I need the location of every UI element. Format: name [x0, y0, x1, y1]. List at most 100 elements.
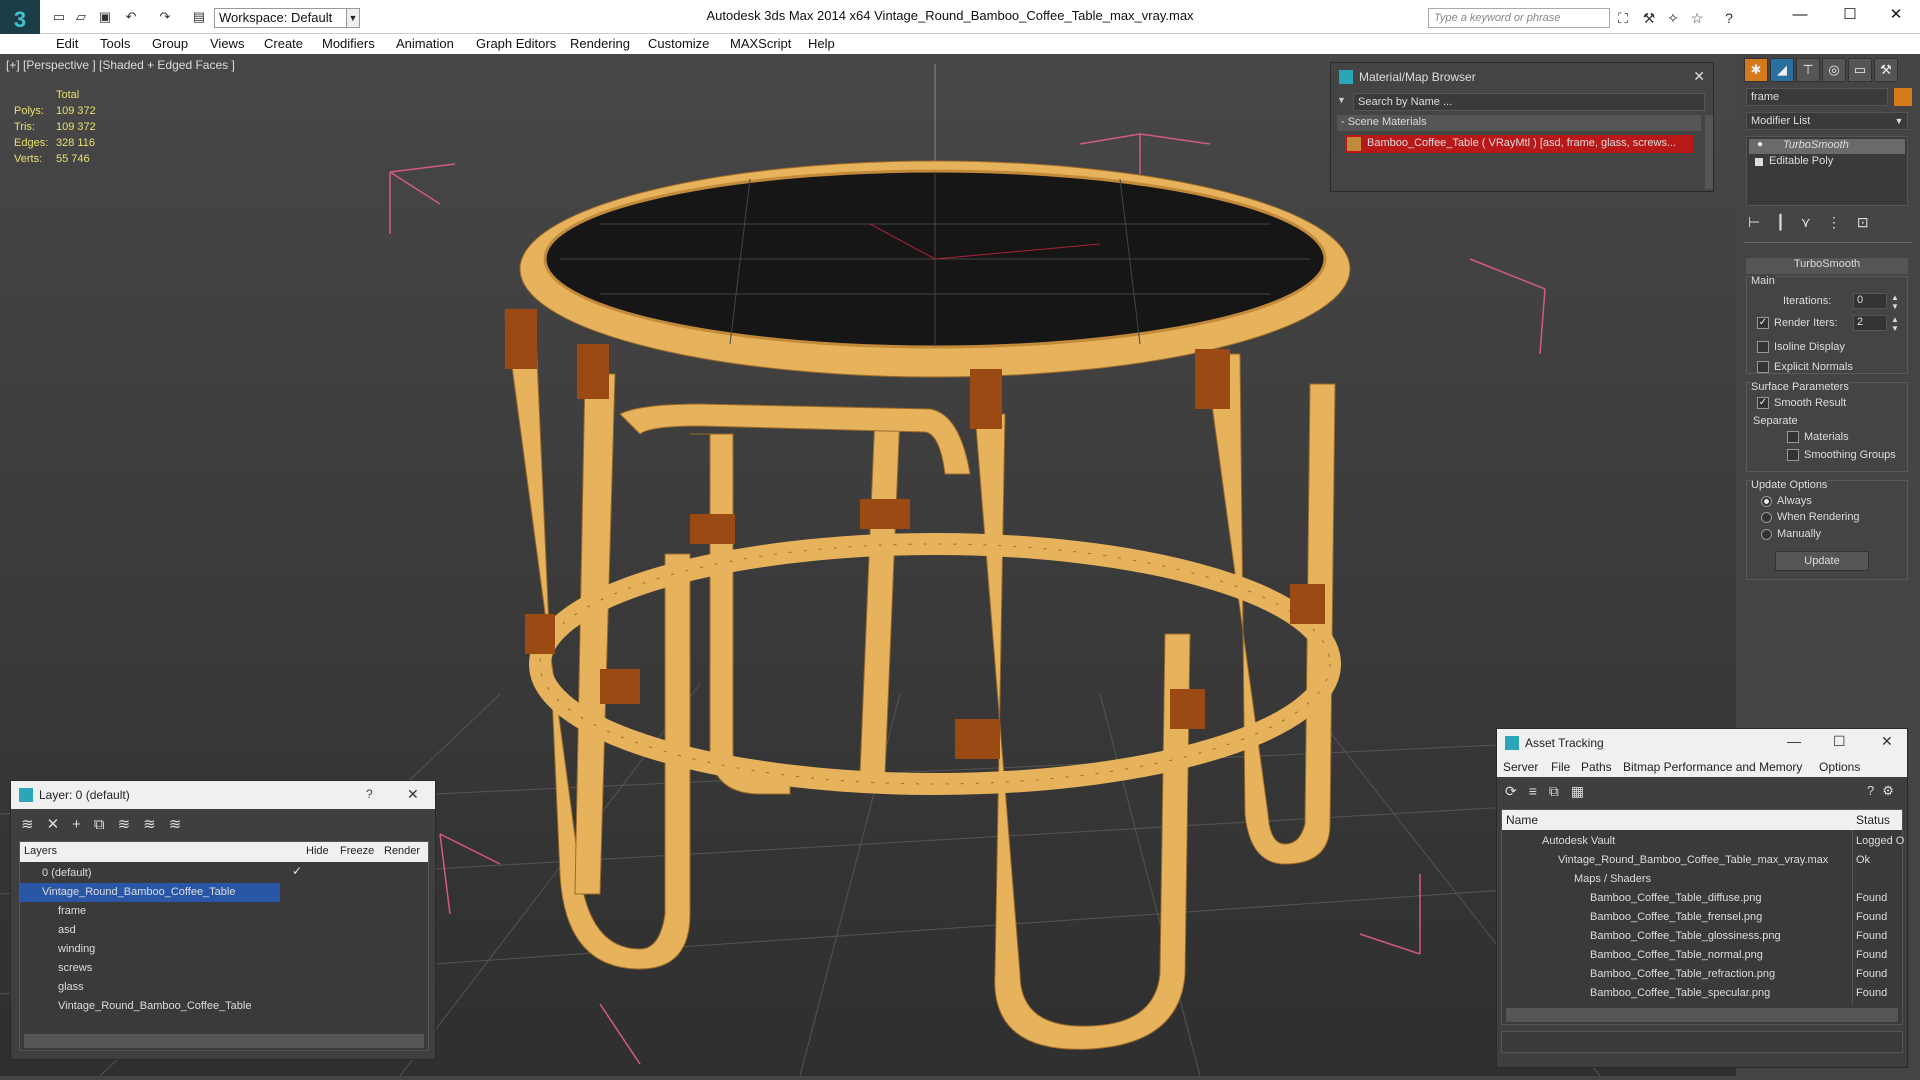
- motion-tab-icon[interactable]: ◎: [1822, 58, 1846, 82]
- menu-paths[interactable]: Paths: [1581, 760, 1612, 774]
- column-render[interactable]: Render: [384, 845, 420, 857]
- object-color-swatch[interactable]: [1894, 88, 1912, 106]
- layer-toolbar-icons[interactable]: ≋✕+⧉≋≋≋: [21, 815, 194, 833]
- subscription-icon[interactable]: ⚒: [1640, 9, 1658, 27]
- stack-tools-icon[interactable]: ⊢┃⋎⋮⊡: [1748, 214, 1908, 234]
- menu-maxscript[interactable]: MAXScript: [730, 36, 791, 51]
- menu-rendering[interactable]: Rendering: [570, 36, 630, 51]
- minimize-icon[interactable]: —: [1780, 2, 1820, 28]
- layer-object-row[interactable]: screws: [20, 959, 428, 978]
- asset-row[interactable]: Bamboo_Coffee_Table_refraction.png Found: [1502, 965, 1902, 984]
- open-file-icon[interactable]: ▱: [72, 8, 90, 26]
- column-name[interactable]: Name: [1506, 813, 1538, 827]
- active-layer-check-icon[interactable]: ✓: [292, 864, 302, 878]
- layer-row-selected[interactable]: Vintage_Round_Bamboo_Coffee_Table: [20, 883, 280, 902]
- layer-object-row[interactable]: asd: [20, 921, 428, 940]
- turbosmooth-rollout-header[interactable]: TurboSmooth: [1746, 258, 1908, 274]
- redo-icon[interactable]: ↷: [156, 8, 174, 26]
- save-icon[interactable]: ▣: [96, 8, 114, 26]
- display-tab-icon[interactable]: ▭: [1848, 58, 1872, 82]
- render-iters-spinner[interactable]: 2: [1853, 315, 1887, 331]
- project-folder-icon[interactable]: ▤: [190, 8, 208, 26]
- layer-row[interactable]: 0 (default): [20, 864, 428, 883]
- asset-horizontal-scrollbar[interactable]: [1506, 1008, 1898, 1022]
- menu-options[interactable]: Options: [1819, 760, 1860, 774]
- search-options-icon[interactable]: ▼: [1337, 95, 1349, 109]
- utilities-tab-icon[interactable]: ⚒: [1874, 58, 1898, 82]
- communication-icon[interactable]: ✧: [1664, 9, 1682, 27]
- asset-row[interactable]: Maps / Shaders: [1502, 870, 1902, 889]
- expand-icon[interactable]: [1755, 158, 1763, 166]
- modify-tab-icon[interactable]: ◢: [1770, 58, 1794, 82]
- object-name-input[interactable]: frame: [1746, 88, 1888, 106]
- table-top[interactable]: [519, 160, 1351, 378]
- render-iters-checkbox[interactable]: ✓ Render Iters:: [1757, 317, 1838, 330]
- manually-radio[interactable]: Manually: [1761, 528, 1821, 540]
- explicit-normals-checkbox[interactable]: Explicit Normals: [1757, 361, 1853, 374]
- menu-tools[interactable]: Tools: [100, 36, 130, 51]
- smooth-result-checkbox[interactable]: ✓ Smooth Result: [1757, 397, 1846, 410]
- column-hide[interactable]: Hide: [306, 845, 329, 857]
- spinner-arrows-icon[interactable]: ▲ ▼: [1891, 315, 1899, 333]
- minimize-icon[interactable]: —: [1787, 733, 1801, 749]
- update-button[interactable]: Update: [1775, 551, 1869, 571]
- menu-file[interactable]: File: [1551, 760, 1570, 774]
- asset-row[interactable]: Bamboo_Coffee_Table_frensel.png Found: [1502, 908, 1902, 927]
- lightbulb-icon[interactable]: ●: [1757, 140, 1767, 150]
- asset-path-field[interactable]: [1501, 1031, 1903, 1053]
- hierarchy-tab-icon[interactable]: ⊤: [1796, 58, 1820, 82]
- binoculars-icon[interactable]: ⛶: [1614, 9, 1632, 27]
- always-radio[interactable]: Always: [1761, 495, 1812, 507]
- material-search-input[interactable]: Search by Name ...: [1353, 93, 1705, 111]
- search-input[interactable]: Type a keyword or phrase: [1428, 8, 1610, 28]
- separate-materials-checkbox[interactable]: Materials: [1787, 431, 1849, 444]
- menu-create[interactable]: Create: [264, 36, 303, 51]
- close-icon[interactable]: ✕: [407, 786, 419, 803]
- iterations-spinner[interactable]: 0: [1853, 293, 1887, 309]
- stack-item-editable-poly[interactable]: Editable Poly: [1749, 155, 1905, 170]
- menu-group[interactable]: Group: [152, 36, 188, 51]
- workspace-dropdown[interactable]: Workspace: Default: [214, 8, 348, 28]
- layer-object-row[interactable]: glass: [20, 978, 428, 997]
- undo-icon[interactable]: ↶: [122, 8, 140, 26]
- column-layers[interactable]: Layers: [24, 845, 57, 857]
- new-file-icon[interactable]: ▭: [50, 8, 68, 26]
- column-freeze[interactable]: Freeze: [340, 845, 374, 857]
- chevron-down-icon[interactable]: ▼: [1890, 112, 1908, 130]
- asset-row[interactable]: Bamboo_Coffee_Table_specular.png Found: [1502, 984, 1902, 1003]
- scene-materials-section[interactable]: - Scene Materials: [1337, 115, 1701, 131]
- menu-customize[interactable]: Customize: [648, 36, 709, 51]
- menu-bitmap-performance[interactable]: Bitmap Performance and Memory: [1623, 760, 1802, 774]
- help-icon[interactable]: ?: [1720, 9, 1738, 27]
- menu-server[interactable]: Server: [1503, 760, 1538, 774]
- menu-views[interactable]: Views: [210, 36, 244, 51]
- separate-smoothing-groups-checkbox[interactable]: Smoothing Groups: [1787, 449, 1896, 462]
- modifier-list-dropdown[interactable]: Modifier List: [1746, 112, 1908, 130]
- material-item[interactable]: Bamboo_Coffee_Table ( VRayMtl ) [asd, fr…: [1345, 135, 1693, 153]
- close-icon[interactable]: ✕: [1876, 2, 1916, 28]
- viewport-label[interactable]: [+] [Perspective ] [Shaded + Edged Faces…: [6, 58, 235, 72]
- material-browser-scrollbar[interactable]: [1705, 115, 1713, 189]
- menu-help[interactable]: Help: [808, 36, 835, 51]
- asset-row[interactable]: Bamboo_Coffee_Table_diffuse.png Found: [1502, 889, 1902, 908]
- asset-help-icon[interactable]: ?⚙: [1867, 783, 1902, 799]
- asset-row[interactable]: Autodesk Vault Logged O: [1502, 832, 1904, 851]
- stack-item-turbosmooth[interactable]: TurboSmooth: [1749, 139, 1905, 154]
- layer-object-row[interactable]: winding: [20, 940, 428, 959]
- column-status[interactable]: Status: [1856, 813, 1890, 827]
- layer-object-row[interactable]: frame: [20, 902, 428, 921]
- maximize-icon[interactable]: ☐: [1833, 733, 1846, 750]
- menu-edit[interactable]: Edit: [56, 36, 78, 51]
- close-icon[interactable]: ✕: [1693, 68, 1705, 85]
- create-tab-icon[interactable]: ✱: [1744, 58, 1768, 82]
- asset-row[interactable]: Bamboo_Coffee_Table_normal.png Found: [1502, 946, 1902, 965]
- favorites-star-icon[interactable]: ☆: [1688, 9, 1706, 27]
- menu-modifiers[interactable]: Modifiers: [322, 36, 375, 51]
- asset-row[interactable]: Bamboo_Coffee_Table_glossiness.png Found: [1502, 927, 1902, 946]
- asset-row[interactable]: Vintage_Round_Bamboo_Coffee_Table_max_vr…: [1502, 851, 1902, 870]
- layer-horizontal-scrollbar[interactable]: [24, 1034, 424, 1048]
- close-icon[interactable]: ✕: [1881, 733, 1893, 750]
- maximize-icon[interactable]: ☐: [1830, 2, 1870, 28]
- isoline-display-checkbox[interactable]: Isoline Display: [1757, 341, 1845, 354]
- menu-animation[interactable]: Animation: [396, 36, 454, 51]
